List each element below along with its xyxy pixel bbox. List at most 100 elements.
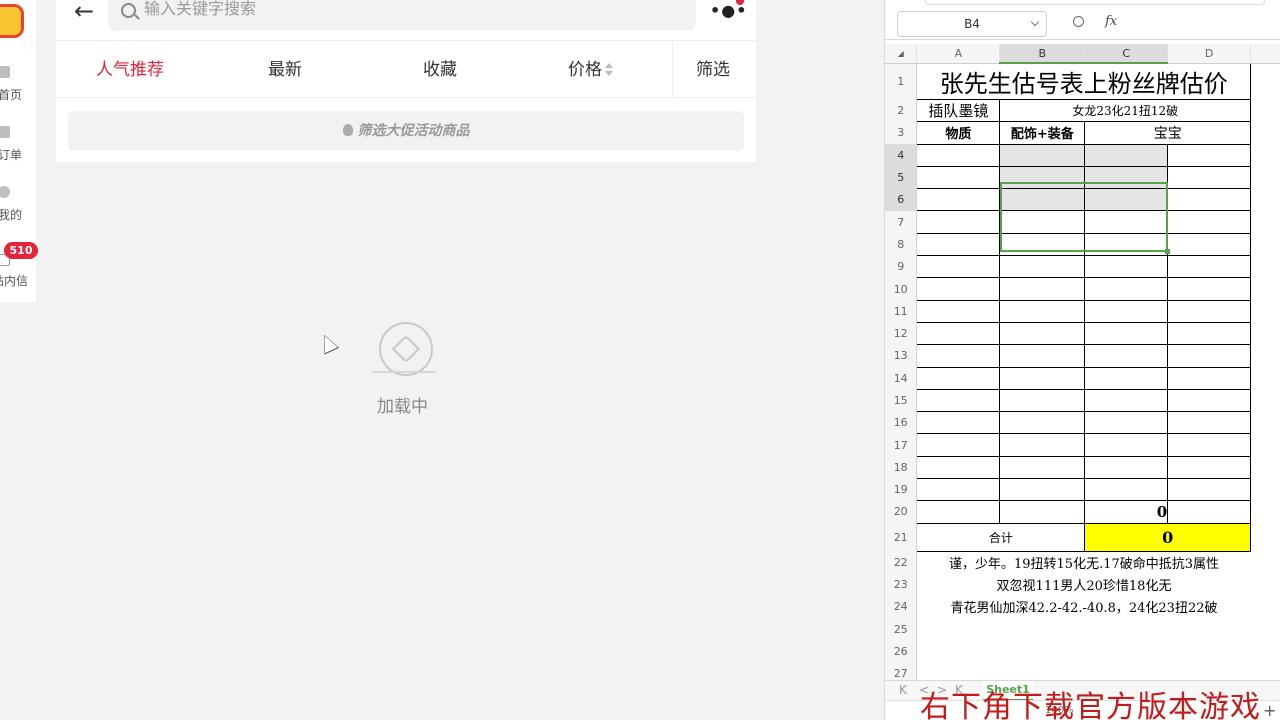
cell[interactable] bbox=[1084, 478, 1169, 502]
cell[interactable] bbox=[1167, 188, 1252, 212]
cell[interactable] bbox=[1167, 255, 1252, 279]
cell[interactable] bbox=[999, 433, 1086, 457]
row-header[interactable]: 3 bbox=[885, 121, 918, 145]
cell[interactable] bbox=[999, 344, 1086, 368]
cell[interactable] bbox=[1167, 411, 1252, 435]
cell[interactable] bbox=[999, 232, 1086, 257]
row-header[interactable]: 1 bbox=[885, 63, 918, 100]
title-cell[interactable]: 张先生估号表上粉丝牌估价 bbox=[916, 62, 1252, 100]
cell[interactable] bbox=[1167, 277, 1252, 301]
first-sheet-button[interactable]: K bbox=[899, 683, 907, 697]
column-header-d[interactable]: D bbox=[1167, 44, 1252, 64]
cell[interactable] bbox=[916, 433, 1001, 457]
sidebar-item-profile[interactable]: 我的 bbox=[0, 180, 36, 224]
cell[interactable] bbox=[917, 618, 1251, 640]
cell[interactable] bbox=[916, 344, 1001, 368]
cell[interactable] bbox=[999, 165, 1086, 190]
cell[interactable] bbox=[1084, 411, 1169, 435]
row-header[interactable]: 6 bbox=[885, 188, 918, 211]
sidebar-item-home[interactable]: 首页 bbox=[0, 60, 36, 104]
cell[interactable] bbox=[999, 388, 1086, 413]
row-header[interactable]: 4 bbox=[885, 144, 918, 167]
cell[interactable] bbox=[999, 210, 1086, 234]
cell[interactable] bbox=[1084, 299, 1169, 323]
column-header-b[interactable]: B bbox=[999, 44, 1086, 64]
cell[interactable] bbox=[916, 210, 1001, 234]
cell[interactable] bbox=[999, 277, 1086, 301]
search-box[interactable] bbox=[108, 0, 696, 31]
cell[interactable] bbox=[1084, 188, 1169, 212]
cell[interactable] bbox=[999, 321, 1086, 346]
cell[interactable] bbox=[1167, 388, 1252, 413]
tab-price[interactable]: 价格 bbox=[568, 41, 613, 99]
row-header[interactable]: 10 bbox=[885, 277, 918, 301]
row-header[interactable]: 24 bbox=[885, 595, 918, 619]
row-header[interactable]: 11 bbox=[885, 300, 918, 323]
row-header[interactable]: 16 bbox=[885, 411, 918, 434]
tab-popular[interactable]: 人气推荐 bbox=[96, 41, 164, 99]
row-header[interactable]: 14 bbox=[885, 367, 918, 390]
cell-c20[interactable]: 0 bbox=[1084, 500, 1169, 524]
cell[interactable] bbox=[999, 478, 1086, 502]
cell[interactable] bbox=[916, 366, 1001, 390]
cell[interactable] bbox=[916, 478, 1001, 502]
cell[interactable] bbox=[999, 455, 1086, 480]
total-value-cell[interactable]: 0 bbox=[1084, 522, 1252, 552]
note-line[interactable]: 青花男仙加深42.2-42.-40.8，24化23扭22破 bbox=[917, 596, 1251, 618]
row-header[interactable]: 17 bbox=[885, 433, 918, 457]
note-line[interactable]: 双忽视111男人20珍惜18化无 bbox=[917, 573, 1251, 595]
cell[interactable] bbox=[999, 411, 1086, 435]
cell[interactable] bbox=[999, 143, 1086, 167]
cell[interactable] bbox=[1167, 366, 1252, 390]
cell[interactable] bbox=[916, 143, 1001, 167]
cell[interactable] bbox=[916, 388, 1001, 413]
row-header[interactable]: 22 bbox=[885, 551, 918, 574]
cell[interactable] bbox=[1084, 388, 1169, 413]
row-header[interactable]: 12 bbox=[885, 322, 918, 345]
search-input[interactable] bbox=[144, 0, 644, 18]
row-header[interactable]: 21 bbox=[885, 523, 918, 552]
cell[interactable] bbox=[916, 411, 1001, 435]
cell[interactable] bbox=[1167, 299, 1252, 323]
select-all-corner[interactable]: ◢ bbox=[885, 44, 918, 64]
cell-grid[interactable]: ◢ A B C D 1 张先生估号表上粉丝牌估价 2 插队墨镜 女龙23化21扭… bbox=[885, 44, 1280, 720]
cell-a3[interactable]: 物质 bbox=[916, 121, 1001, 145]
tab-filter[interactable]: 筛选 bbox=[696, 41, 730, 99]
function-icon[interactable]: fx bbox=[1105, 14, 1117, 29]
cell[interactable] bbox=[916, 500, 1001, 524]
back-button[interactable]: ← bbox=[70, 0, 98, 26]
cell[interactable] bbox=[1084, 344, 1169, 368]
zoom-in-button[interactable]: + bbox=[1263, 701, 1276, 720]
cell-a2[interactable]: 插队墨镜 bbox=[916, 98, 1001, 123]
column-header-c[interactable]: C bbox=[1084, 44, 1169, 64]
cell[interactable] bbox=[1084, 232, 1169, 257]
cell[interactable] bbox=[1167, 478, 1252, 502]
cell[interactable] bbox=[916, 165, 1001, 190]
cell[interactable] bbox=[916, 455, 1001, 480]
tab-favorites[interactable]: 收藏 bbox=[423, 41, 457, 99]
row-header[interactable]: 13 bbox=[885, 344, 918, 368]
tab-latest[interactable]: 最新 bbox=[268, 41, 302, 99]
cell[interactable] bbox=[1084, 455, 1169, 480]
row-header[interactable]: 26 bbox=[885, 640, 918, 663]
cell[interactable] bbox=[1084, 321, 1169, 346]
cell[interactable] bbox=[1167, 232, 1252, 257]
cell[interactable] bbox=[1167, 433, 1252, 457]
cell[interactable] bbox=[999, 500, 1086, 524]
cell[interactable] bbox=[1084, 165, 1169, 190]
cell[interactable] bbox=[1084, 366, 1169, 390]
cell-b3[interactable]: 配饰+装备 bbox=[999, 121, 1086, 145]
row-header[interactable]: 7 bbox=[885, 210, 918, 234]
cell-c3[interactable]: 宝宝 bbox=[1084, 121, 1252, 145]
cell[interactable] bbox=[999, 188, 1086, 212]
cell[interactable] bbox=[1084, 433, 1169, 457]
row-header[interactable]: 20 bbox=[885, 500, 918, 524]
cell[interactable] bbox=[1084, 277, 1169, 301]
cell[interactable] bbox=[1167, 143, 1252, 167]
row-header[interactable]: 2 bbox=[885, 99, 918, 122]
zoom-icon[interactable] bbox=[1073, 16, 1084, 27]
more-button[interactable]: •●• bbox=[710, 2, 746, 20]
cell[interactable] bbox=[916, 299, 1001, 323]
cell[interactable] bbox=[1084, 255, 1169, 279]
cell[interactable] bbox=[916, 255, 1001, 279]
